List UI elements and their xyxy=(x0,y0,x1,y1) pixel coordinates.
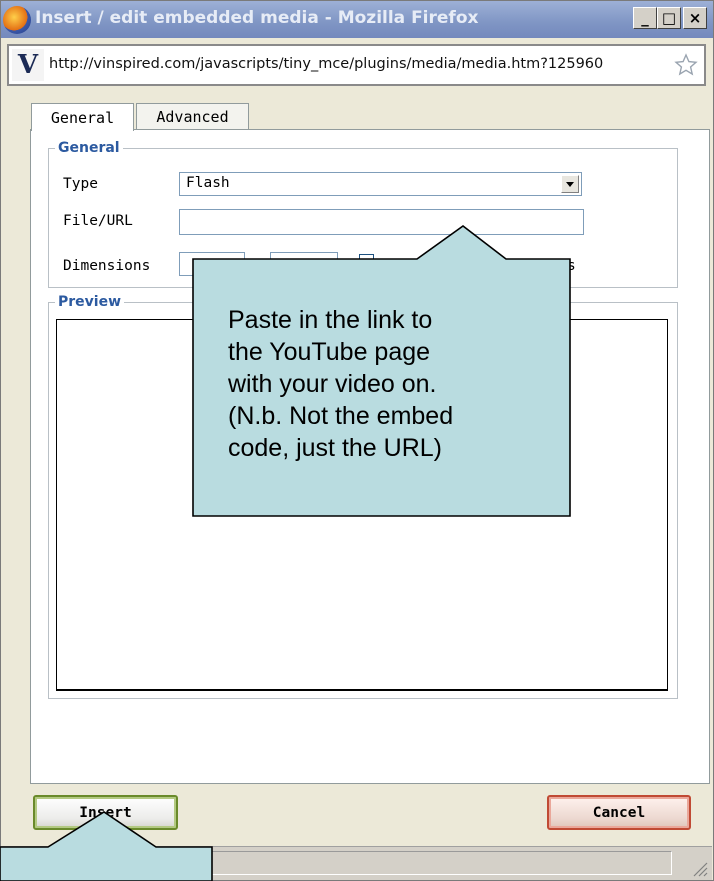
callout-line-5: code, just the URL) xyxy=(228,434,442,462)
type-label: Type xyxy=(63,176,98,192)
callout-text: Paste in the link to the YouTube page wi… xyxy=(228,304,558,464)
tab-advanced[interactable]: Advanced xyxy=(136,103,249,130)
callout-line-2: the YouTube page xyxy=(228,338,431,366)
constrain-proportions-checkbox[interactable] xyxy=(359,254,374,269)
callout-line-4: (N.b. Not the embed xyxy=(228,402,454,430)
maximize-button[interactable]: □ xyxy=(657,7,681,29)
type-select[interactable]: Flash xyxy=(179,172,582,196)
cancel-button[interactable]: Cancel xyxy=(547,795,691,830)
dimensions-label: Dimensions xyxy=(63,258,151,274)
callout-line-3: with your video on. xyxy=(228,370,437,398)
window-controls: _ □ × xyxy=(633,7,707,29)
firefox-icon xyxy=(3,6,31,34)
tab-general[interactable]: General xyxy=(31,103,134,131)
dimensions-width-input[interactable] xyxy=(179,252,245,276)
constrain-proportions-label: s xyxy=(567,258,576,274)
callout-line-1: Paste in the link to xyxy=(228,306,433,334)
title-bar[interactable]: Insert / edit embedded media - Mozilla F… xyxy=(1,1,713,38)
preview-legend: Preview xyxy=(55,294,125,310)
url-text[interactable]: http://vinspired.com/javascripts/tiny_mc… xyxy=(49,56,665,72)
window-title: Insert / edit embedded media - Mozilla F… xyxy=(35,8,479,28)
site-favicon-icon: V xyxy=(12,49,44,81)
insert-button[interactable]: Insert xyxy=(33,795,178,830)
resize-grip-icon[interactable] xyxy=(690,859,708,877)
minimize-button[interactable]: _ xyxy=(633,7,657,29)
file-url-input[interactable] xyxy=(179,209,584,235)
status-panel xyxy=(206,851,672,875)
type-select-value: Flash xyxy=(186,175,230,191)
close-button[interactable]: × xyxy=(683,7,707,29)
address-bar[interactable]: V http://vinspired.com/javascripts/tiny_… xyxy=(7,44,706,86)
status-bar xyxy=(1,846,712,880)
dimensions-height-input[interactable] xyxy=(270,252,338,276)
bookmark-star-icon[interactable] xyxy=(674,53,698,77)
general-legend: General xyxy=(55,140,123,156)
file-url-label: File/URL xyxy=(63,213,133,229)
chevron-down-icon[interactable] xyxy=(561,175,579,193)
